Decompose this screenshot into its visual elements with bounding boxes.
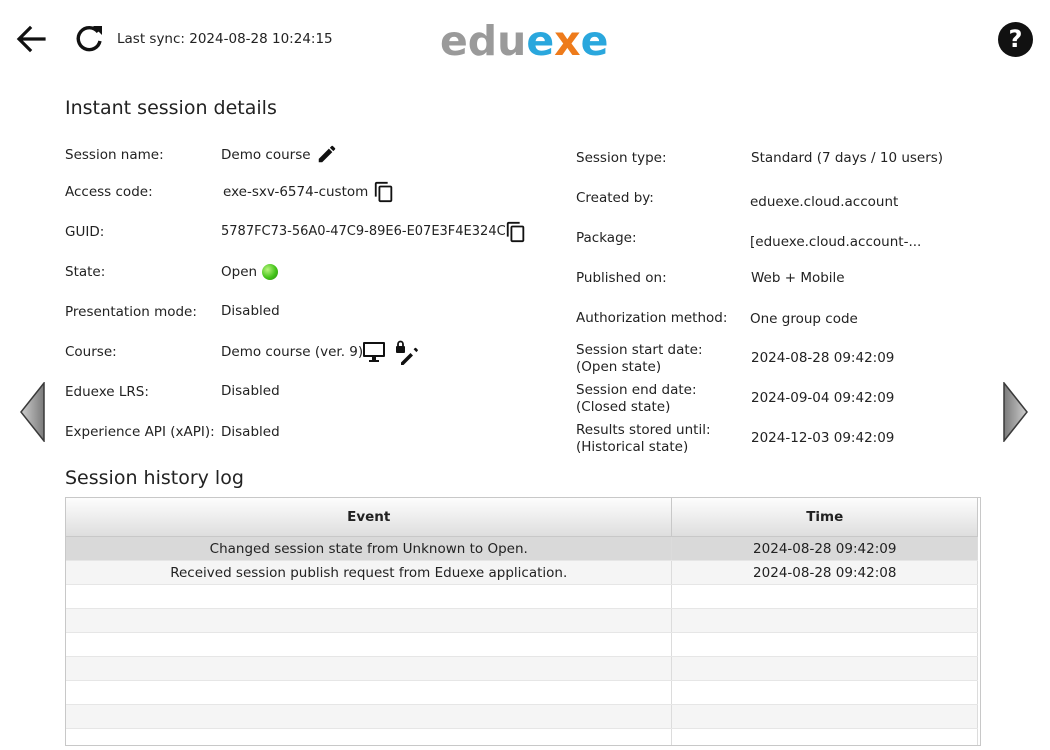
course-label: Course: <box>65 344 117 360</box>
history-log-table: Event Time Changed session state from Un… <box>65 497 981 746</box>
access-code-label: Access code: <box>65 184 153 200</box>
chevron-left-icon[interactable] <box>20 380 46 444</box>
monitor-icon[interactable] <box>362 341 386 367</box>
created-by-label: Created by: <box>576 190 654 206</box>
authorization-method-value: One group code <box>750 311 858 327</box>
empty-row <box>66 728 978 745</box>
top-bar: Last sync: 2024-08-28 10:24:15 eduexe ? <box>0 0 1050 80</box>
help-icon[interactable]: ? <box>998 22 1033 57</box>
published-on-label: Published on: <box>576 270 667 286</box>
lrs-value: Disabled <box>221 383 280 399</box>
state-indicator-icon <box>262 264 278 280</box>
results-stored-label: Results stored until: (Historical state) <box>576 422 711 455</box>
results-stored-value: 2024-12-03 09:42:09 <box>751 430 895 446</box>
session-type-value: Standard (7 days / 10 users) <box>751 150 944 166</box>
package-value: [eduexe.cloud.account-... <box>750 234 922 250</box>
session-start-label: Session start date: (Open state) <box>576 342 703 375</box>
column-header-time[interactable]: Time <box>671 498 978 537</box>
last-sync-text: Last sync: 2024-08-28 10:24:15 <box>117 31 333 47</box>
refresh-icon[interactable] <box>72 22 106 56</box>
time-cell: 2024-08-28 09:42:09 <box>671 536 978 561</box>
state-label: State: <box>65 264 106 280</box>
eduexe-logo: eduexe <box>440 17 609 65</box>
empty-row <box>66 584 978 609</box>
xapi-value: Disabled <box>221 424 280 440</box>
presentation-mode-value: Disabled <box>221 303 280 319</box>
lock-pencil-icon[interactable] <box>395 340 421 370</box>
session-start-value: 2024-08-28 09:42:09 <box>751 350 895 366</box>
xapi-label: Experience API (xAPI): <box>65 424 215 440</box>
access-code-value: exe-sxv-6574-custom <box>223 184 369 200</box>
session-name-value: Demo course <box>221 147 311 163</box>
column-header-event[interactable]: Event <box>66 498 673 537</box>
package-label: Package: <box>576 230 637 246</box>
created-by-value: eduexe.cloud.account <box>750 194 899 210</box>
time-cell: 2024-08-28 09:42:08 <box>671 560 978 585</box>
course-value: Demo course (ver. 9) <box>221 344 364 360</box>
presentation-mode-label: Presentation mode: <box>65 304 197 320</box>
empty-row <box>66 680 978 705</box>
chevron-right-icon[interactable] <box>1002 380 1028 444</box>
table-header-row: Event Time <box>66 498 978 537</box>
lrs-label: Eduexe LRS: <box>65 384 149 400</box>
session-name-label: Session name: <box>65 147 164 163</box>
event-cell: Changed session state from Unknown to Op… <box>66 536 673 561</box>
empty-row <box>66 608 978 633</box>
empty-row <box>66 632 978 657</box>
back-arrow-icon[interactable] <box>14 22 48 56</box>
published-on-value: Web + Mobile <box>751 270 845 286</box>
pencil-icon[interactable] <box>316 143 338 169</box>
copy-icon[interactable] <box>505 220 527 248</box>
guid-value: 5787FC73-56A0-47C9-89E6-E07E3F4E324C <box>221 224 506 239</box>
session-type-label: Session type: <box>576 150 667 166</box>
guid-label: GUID: <box>65 224 105 240</box>
empty-row <box>66 656 978 681</box>
table-row[interactable]: Changed session state from Unknown to Op… <box>66 536 978 561</box>
event-cell: Received session publish request from Ed… <box>66 560 673 585</box>
empty-row <box>66 704 978 729</box>
history-log-title: Session history log <box>65 467 244 489</box>
state-value: Open <box>221 264 258 280</box>
session-end-label: Session end date: (Closed state) <box>576 382 697 415</box>
authorization-method-label: Authorization method: <box>576 310 728 326</box>
details-title: Instant session details <box>65 97 277 119</box>
table-row[interactable]: Received session publish request from Ed… <box>66 560 978 585</box>
copy-icon[interactable] <box>373 180 395 208</box>
session-end-value: 2024-09-04 09:42:09 <box>751 390 895 406</box>
